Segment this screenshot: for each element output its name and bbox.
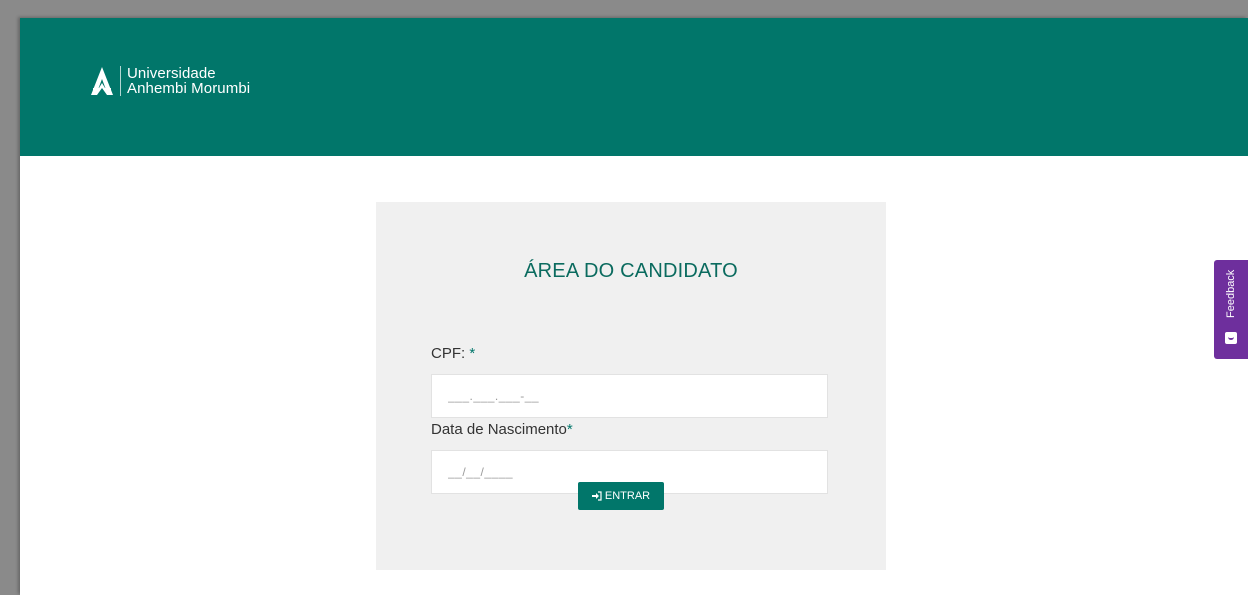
brand-logo[interactable]: Universidade Anhembi Morumbi xyxy=(90,66,250,96)
login-button[interactable]: ENTRAR xyxy=(578,482,664,510)
feedback-label: Feedback xyxy=(1225,269,1237,319)
sign-in-icon xyxy=(591,491,602,501)
birth-date-label-text: Data de Nascimento xyxy=(431,421,567,438)
brand-line-2: Anhembi Morumbi xyxy=(127,80,251,97)
cpf-label-text: CPF: xyxy=(431,345,466,362)
birth-date-label: Data de Nascimento* xyxy=(431,421,573,438)
brand-line-1: Universidade xyxy=(127,65,216,82)
feedback-tab[interactable]: Feedback xyxy=(1214,260,1248,359)
birth-date-required-marker: * xyxy=(566,421,573,438)
anhembi-logo-icon xyxy=(91,67,113,95)
brand-name: Universidade Anhembi Morumbi xyxy=(127,66,250,96)
logo-divider xyxy=(120,66,121,96)
login-card: ÁREA DO CANDIDATO CPF: * Data de Nascime… xyxy=(376,202,886,570)
window-frame: Universidade Anhembi Morumbi ÁREA DO CAN… xyxy=(0,0,1248,595)
login-button-label: ENTRAR xyxy=(604,490,651,502)
smile-icon xyxy=(1225,332,1237,344)
cpf-label: CPF: * xyxy=(431,345,475,362)
cpf-required-marker: * xyxy=(469,345,476,362)
site-header: Universidade Anhembi Morumbi xyxy=(20,18,1248,156)
page-viewport: Universidade Anhembi Morumbi ÁREA DO CAN… xyxy=(20,18,1248,595)
page-title: ÁREA DO CANDIDATO xyxy=(524,260,738,282)
cpf-input[interactable] xyxy=(431,374,828,418)
